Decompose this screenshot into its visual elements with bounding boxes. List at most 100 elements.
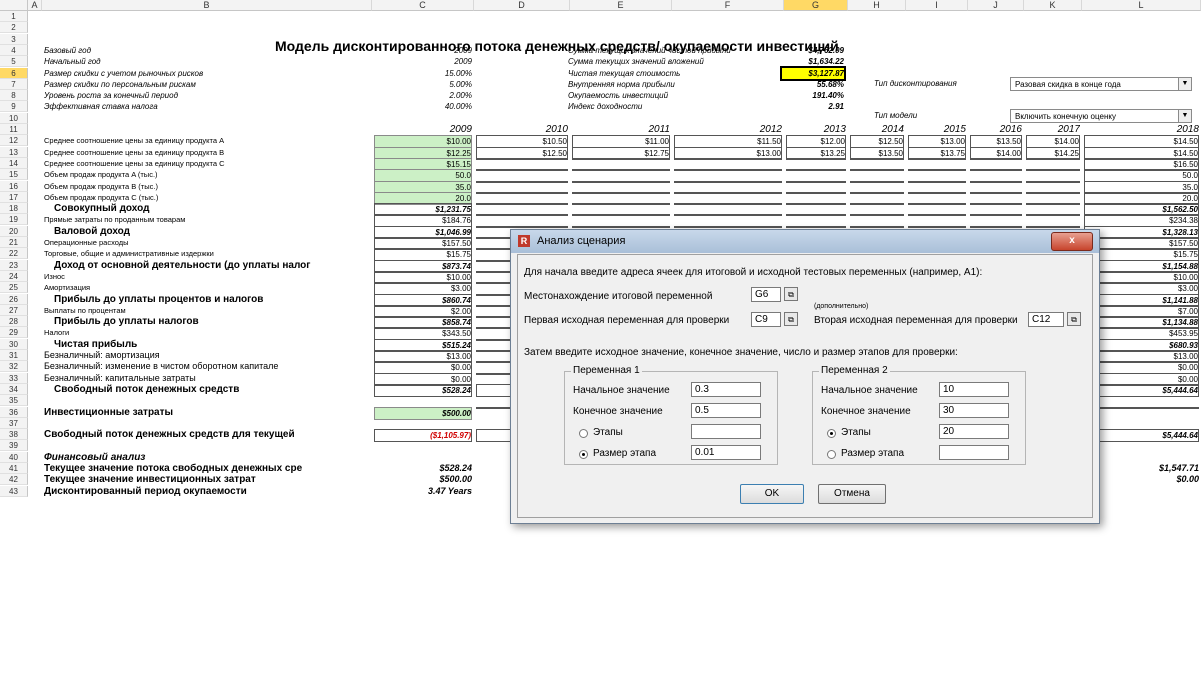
close-button[interactable]: x — [1051, 232, 1093, 251]
row-header[interactable]: 33 — [0, 372, 28, 384]
data-cell — [476, 169, 568, 172]
column-header-k[interactable]: K — [1024, 0, 1082, 11]
row-header[interactable]: 25 — [0, 282, 28, 294]
data-cell — [476, 157, 568, 160]
row-header[interactable]: 39 — [0, 440, 28, 452]
row-header[interactable]: 7 — [0, 78, 28, 90]
row-header[interactable]: 12 — [0, 135, 28, 147]
dialog-titlebar[interactable]: R Анализ сценария x — [511, 230, 1099, 253]
row-header[interactable]: 2 — [0, 22, 28, 34]
variable-1-title: Переменная 1 — [571, 365, 642, 376]
result-variable-input[interactable]: G6 — [751, 287, 781, 302]
column-header-l[interactable]: L — [1082, 0, 1201, 11]
row-header[interactable]: 28 — [0, 316, 28, 328]
row-header[interactable]: 22 — [0, 248, 28, 260]
data-cell — [970, 180, 1022, 183]
row-header[interactable]: 40 — [0, 451, 28, 463]
model-type-dropdown[interactable]: Включить конечную оценку ▼ — [1010, 109, 1192, 123]
column-header-f[interactable]: F — [672, 0, 784, 11]
row-header[interactable]: 37 — [0, 417, 28, 429]
row-header[interactable]: 13 — [0, 146, 28, 158]
column-header-h[interactable]: H — [848, 0, 906, 11]
column-header-b[interactable]: B — [42, 0, 372, 11]
range-select-icon[interactable]: ⧉ — [784, 312, 798, 326]
npv-selected-cell[interactable]: $3,127.87 — [780, 65, 846, 81]
row-header[interactable]: 36 — [0, 406, 28, 418]
cancel-button[interactable]: Отмена — [818, 484, 886, 504]
second-input-variable-label: Вторая исходная переменная для проверки — [814, 315, 1018, 326]
discount-type-dropdown[interactable]: Разовая скидка в конце года ▼ — [1010, 77, 1192, 91]
range-select-icon[interactable]: ⧉ — [784, 287, 798, 301]
second-input-variable-input[interactable]: C12 — [1028, 312, 1064, 327]
row-header[interactable]: 5 — [0, 56, 28, 68]
pv-inv-value: $0.00 — [1176, 474, 1199, 485]
row-header[interactable]: 31 — [0, 350, 28, 361]
column-header-g[interactable]: G — [784, 0, 848, 11]
column-header-a[interactable]: A — [28, 0, 42, 11]
row-header[interactable]: 3 — [0, 33, 28, 45]
row-header[interactable]: 42 — [0, 474, 28, 486]
row-header[interactable]: 1 — [0, 11, 28, 22]
row-header[interactable]: 6 — [0, 67, 28, 79]
data-cell — [1026, 225, 1080, 228]
var2-steps-radio[interactable] — [827, 429, 836, 438]
column-header-j[interactable]: J — [968, 0, 1024, 11]
data-cell — [970, 225, 1022, 228]
row-header[interactable]: 30 — [0, 338, 28, 350]
pv-inv-label: Текущее значение инвестиционных затрат — [44, 474, 256, 486]
var1-end-input[interactable]: 0.5 — [691, 403, 761, 418]
row-header[interactable]: 24 — [0, 270, 28, 282]
row-header[interactable]: 43 — [0, 485, 28, 497]
row-header[interactable]: 34 — [0, 383, 28, 395]
row-header[interactable]: 17 — [0, 191, 28, 203]
column-header-i[interactable]: I — [906, 0, 968, 11]
pv-fcf-label: Текущее значение потока свободных денежн… — [44, 463, 303, 474]
row-header[interactable]: 9 — [0, 101, 28, 113]
var2-start-input[interactable]: 10 — [939, 382, 1009, 397]
row-header[interactable]: 20 — [0, 225, 28, 237]
chevron-down-icon[interactable]: ▼ — [1178, 110, 1191, 122]
metric-value: 191.40% — [812, 91, 844, 101]
row-header[interactable]: 32 — [0, 361, 28, 373]
row-header[interactable]: 8 — [0, 90, 28, 102]
row-header[interactable]: 23 — [0, 259, 28, 271]
select-all-corner[interactable] — [0, 0, 28, 11]
row-header[interactable]: 10 — [0, 112, 28, 124]
metric-value: 2.91 — [828, 102, 844, 112]
year-header: 2009 — [449, 124, 472, 135]
row-header[interactable]: 35 — [0, 395, 28, 407]
row-header[interactable]: 38 — [0, 429, 28, 441]
column-header-c[interactable]: C — [372, 0, 474, 11]
row-header[interactable]: 26 — [0, 293, 28, 305]
var2-stepsize-radio[interactable] — [827, 450, 836, 459]
data-cell — [674, 214, 782, 217]
chevron-down-icon[interactable]: ▼ — [1178, 78, 1191, 90]
column-header-d[interactable]: D — [474, 0, 570, 11]
row-header[interactable]: 41 — [0, 463, 28, 474]
column-header-e[interactable]: E — [570, 0, 672, 11]
var1-start-input[interactable]: 0.3 — [691, 382, 761, 397]
row-header[interactable]: 18 — [0, 203, 28, 215]
row-header[interactable]: 27 — [0, 304, 28, 316]
row-header[interactable]: 11 — [0, 124, 28, 135]
row-header[interactable]: 16 — [0, 180, 28, 192]
first-input-variable-input[interactable]: C9 — [751, 312, 781, 327]
row-header[interactable]: 14 — [0, 157, 28, 169]
row-header[interactable]: 21 — [0, 237, 28, 248]
var1-stepsize-input[interactable]: 0.01 — [691, 445, 761, 460]
ok-button[interactable]: OK — [740, 484, 804, 504]
data-cell — [1026, 180, 1080, 183]
var1-stepsize-radio[interactable] — [579, 450, 588, 459]
row-header[interactable]: 29 — [0, 327, 28, 339]
row-header[interactable]: 4 — [0, 44, 28, 56]
var2-steps-input[interactable]: 20 — [939, 424, 1009, 439]
row-header[interactable]: 19 — [0, 214, 28, 226]
pv-fcf-value: $1,547.71 — [1158, 463, 1199, 473]
var2-end-input[interactable]: 30 — [939, 403, 1009, 418]
data-cell — [908, 203, 966, 206]
var1-steps-radio[interactable] — [579, 429, 588, 438]
row-header[interactable]: 15 — [0, 169, 28, 181]
var2-stepsize-input[interactable] — [939, 445, 1009, 460]
range-select-icon[interactable]: ⧉ — [1067, 312, 1081, 326]
var1-steps-input[interactable] — [691, 424, 761, 439]
